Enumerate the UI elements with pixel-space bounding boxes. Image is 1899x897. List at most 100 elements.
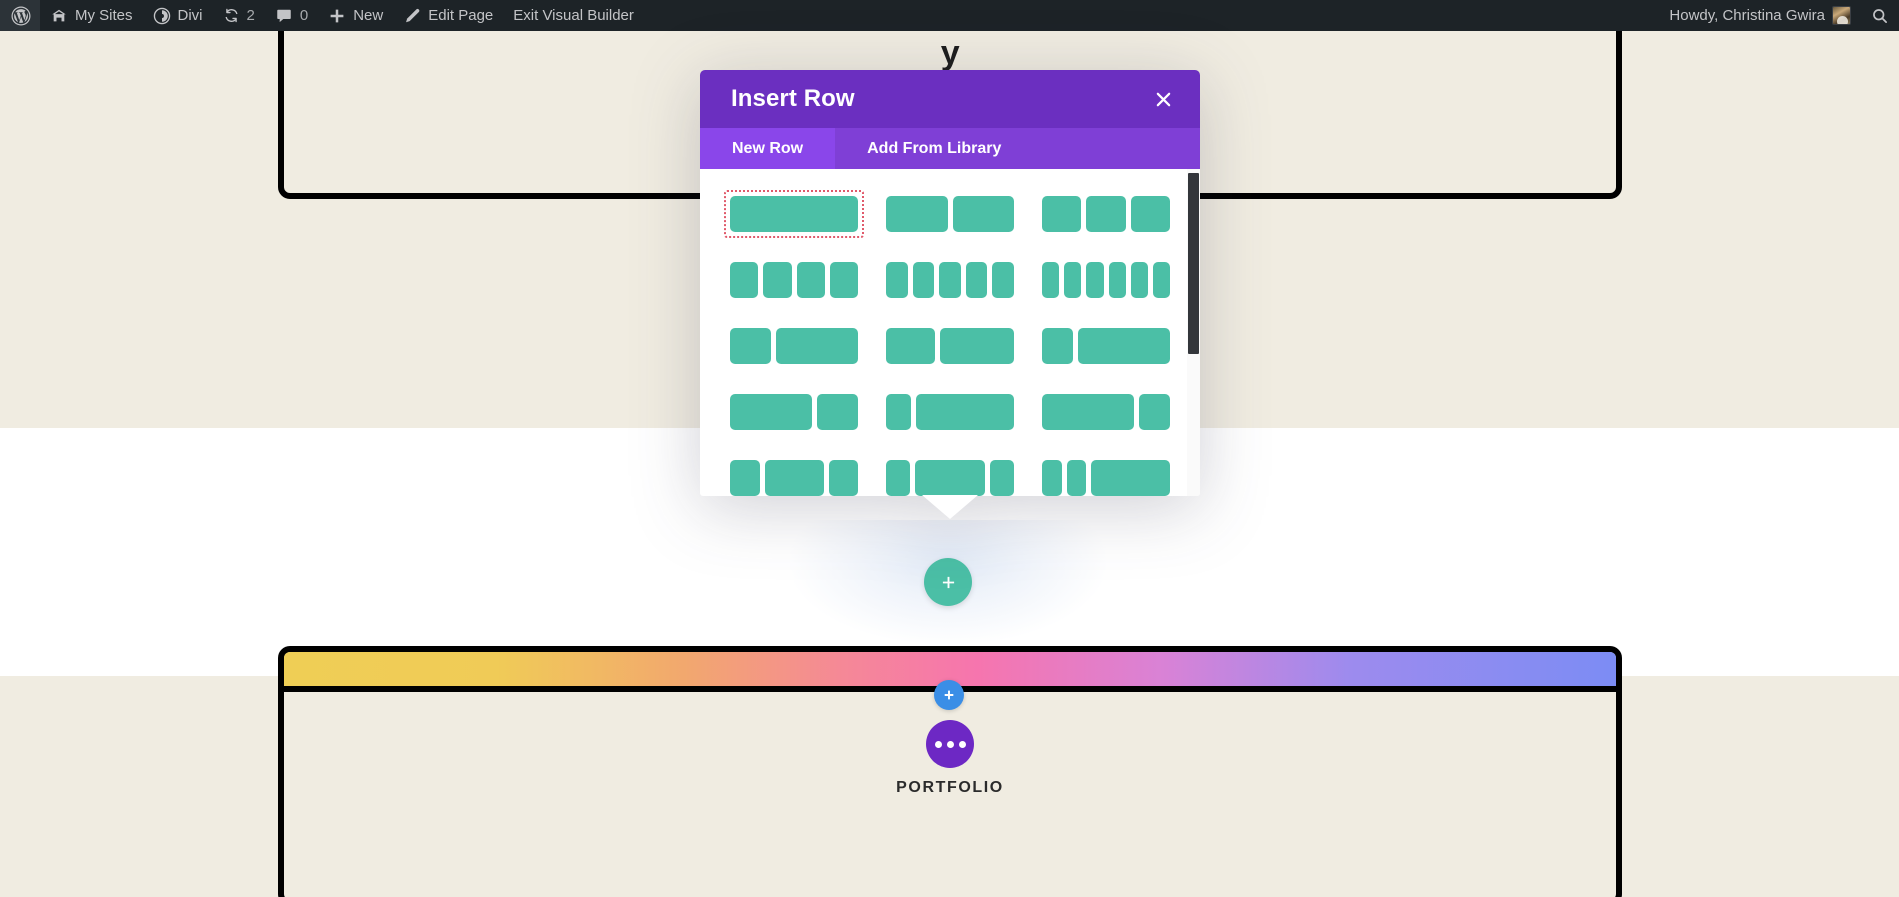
row-layout-column — [1042, 394, 1134, 430]
wordpress-icon — [11, 6, 31, 26]
admin-bar-item-my-account[interactable]: Howdy, Christina Gwira — [1659, 0, 1861, 31]
plus-icon — [940, 574, 957, 591]
insert-row-modal[interactable]: Insert Row New Row Add From Library — [700, 70, 1200, 496]
row-layout-column — [1086, 196, 1125, 232]
row-layout-column — [1131, 196, 1170, 232]
row-layout-column — [730, 460, 760, 496]
row-layout-option[interactable] — [880, 388, 1020, 436]
pencil-icon — [403, 7, 421, 25]
row-layout-column — [763, 262, 791, 298]
row-layout-option[interactable] — [880, 322, 1020, 370]
updates-icon — [223, 7, 240, 24]
row-layout-option[interactable] — [1036, 388, 1176, 436]
row-layout-column — [776, 328, 858, 364]
row-layout-grid — [700, 169, 1200, 496]
admin-bar-item-search[interactable] — [1861, 0, 1899, 31]
avatar — [1832, 6, 1851, 25]
wp-admin-bar: My Sites Divi 2 0 — [0, 0, 1899, 31]
admin-bar-item-divi[interactable]: Divi — [143, 0, 213, 31]
row-layout-column — [1153, 262, 1170, 298]
modal-scrollbar-thumb[interactable] — [1188, 173, 1199, 354]
row-layout-option[interactable] — [880, 256, 1020, 304]
row-layout-column — [830, 262, 858, 298]
row-layout-column — [1067, 460, 1087, 496]
row-layout-column — [1078, 328, 1170, 364]
modal-header: Insert Row — [700, 70, 1200, 128]
admin-bar-label-edit-page: Edit Page — [428, 7, 493, 24]
row-layout-column — [886, 262, 908, 298]
admin-bar-item-my-sites[interactable]: My Sites — [40, 0, 143, 31]
row-layout-column — [886, 394, 911, 430]
row-layout-option[interactable] — [1036, 322, 1176, 370]
row-layout-column — [1042, 460, 1062, 496]
row-layout-option[interactable] — [1036, 190, 1176, 238]
row-layout-option[interactable] — [880, 454, 1020, 496]
row-layout-column — [730, 196, 858, 232]
row-layout-column — [765, 460, 824, 496]
row-layout-column — [939, 262, 961, 298]
modal-title: Insert Row — [731, 85, 855, 113]
card-top-heading: y — [284, 35, 1616, 72]
admin-bar-label-new-content: New — [353, 7, 383, 24]
row-layout-column — [1131, 262, 1148, 298]
row-layout-option[interactable] — [724, 322, 864, 370]
row-layout-column — [886, 328, 935, 364]
modal-pointer-arrow — [922, 495, 978, 519]
dots-circle-icon — [926, 720, 974, 768]
row-layout-column — [730, 328, 771, 364]
admin-bar-item-edit-page[interactable]: Edit Page — [393, 0, 503, 31]
row-layout-column — [940, 328, 1014, 364]
close-icon[interactable] — [1148, 84, 1178, 114]
row-layout-column — [1086, 262, 1103, 298]
row-layout-column — [817, 394, 858, 430]
modal-body — [700, 169, 1200, 496]
row-layout-column — [886, 460, 910, 496]
row-layout-column — [916, 394, 1014, 430]
admin-bar-label-updates: 2 — [247, 7, 255, 24]
admin-bar-item-exit-visual-builder[interactable]: Exit Visual Builder — [503, 0, 644, 31]
row-layout-option[interactable] — [724, 190, 864, 238]
tab-new-row[interactable]: New Row — [700, 128, 835, 169]
admin-bar-label-exit-visual-builder: Exit Visual Builder — [513, 7, 634, 24]
row-layout-column — [992, 262, 1014, 298]
row-layout-column — [1109, 262, 1126, 298]
row-layout-column — [966, 262, 988, 298]
row-layout-column — [797, 262, 825, 298]
divi-icon — [153, 7, 171, 25]
row-layout-column — [915, 460, 986, 496]
row-layout-column — [886, 196, 948, 232]
plus-icon — [943, 689, 955, 701]
row-layout-option[interactable] — [724, 388, 864, 436]
admin-bar-right-group: Howdy, Christina Gwira — [1659, 0, 1899, 31]
row-layout-column — [829, 460, 859, 496]
row-layout-option[interactable] — [724, 454, 864, 496]
admin-bar-item-wp-logo[interactable] — [0, 0, 40, 31]
multisite-icon — [50, 7, 68, 25]
howdy-label: Howdy, Christina Gwira — [1669, 7, 1825, 24]
add-row-button[interactable] — [924, 558, 972, 606]
add-section-button[interactable] — [934, 680, 964, 710]
row-layout-column — [913, 262, 935, 298]
row-layout-column — [1042, 262, 1059, 298]
row-layout-option[interactable] — [880, 190, 1020, 238]
modal-scrollbar-track[interactable] — [1187, 169, 1200, 496]
row-layout-column — [1042, 328, 1073, 364]
tab-add-from-library[interactable]: Add From Library — [835, 128, 1033, 169]
comment-icon — [275, 7, 293, 25]
admin-bar-item-comments[interactable]: 0 — [265, 0, 318, 31]
portfolio-label: PORTFOLIO — [284, 779, 1616, 797]
admin-bar-label-divi: Divi — [178, 7, 203, 24]
plus-icon — [328, 7, 346, 25]
row-layout-option[interactable] — [1036, 454, 1176, 496]
admin-bar-label-comments: 0 — [300, 7, 308, 24]
row-layout-column — [730, 262, 758, 298]
row-layout-column — [953, 196, 1015, 232]
modal-tabs: New Row Add From Library — [700, 128, 1200, 169]
row-layout-option[interactable] — [724, 256, 864, 304]
row-layout-column — [1042, 196, 1081, 232]
admin-bar-item-updates[interactable]: 2 — [213, 0, 265, 31]
row-layout-option[interactable] — [1036, 256, 1176, 304]
search-icon — [1871, 7, 1889, 25]
admin-bar-item-new-content[interactable]: New — [318, 0, 393, 31]
row-layout-column — [730, 394, 812, 430]
